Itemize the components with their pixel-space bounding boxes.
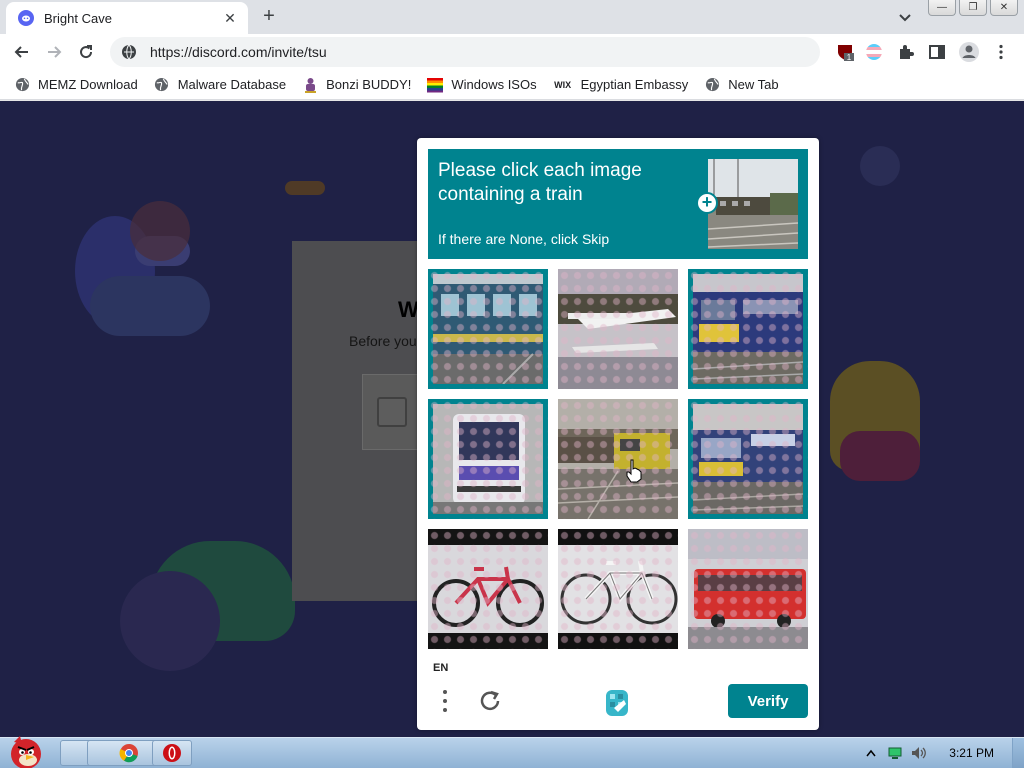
bookmarks-bar: MEMZ Download Malware Database Bonzi BUD… <box>0 70 1024 100</box>
challenge-tile-6[interactable] <box>688 399 808 519</box>
globe-icon <box>704 77 720 93</box>
challenge-grid <box>428 269 808 649</box>
bookmark-malware-database[interactable]: Malware Database <box>154 77 286 93</box>
trans-flag-extension-icon[interactable] <box>863 41 885 63</box>
hcaptcha-checkbox[interactable] <box>377 397 407 427</box>
tab-search-chevron-icon[interactable] <box>896 8 914 26</box>
window-controls: — ❐ ✕ <box>925 0 1018 16</box>
new-tab-button[interactable]: + <box>258 6 280 28</box>
globe-icon <box>154 77 170 93</box>
challenge-tile-4[interactable] <box>428 399 548 519</box>
before-you-text: Before you <box>349 333 417 349</box>
browser-toolbar: https://discord.com/invite/tsu 1 <box>0 34 1024 70</box>
tab-title: Bright Cave <box>44 10 112 26</box>
forward-button[interactable] <box>42 40 66 64</box>
show-hidden-icons-icon[interactable] <box>863 745 879 761</box>
windows-taskbar: 3:21 PM <box>0 736 1024 768</box>
globe-icon <box>14 77 30 93</box>
svg-text:1: 1 <box>847 53 852 62</box>
start-button-angry-bird-icon[interactable] <box>4 732 48 768</box>
bookmark-egyptian-embassy[interactable]: WIX Egyptian Embassy <box>553 77 689 93</box>
reload-button[interactable] <box>74 40 98 64</box>
ublock-extension-icon[interactable]: 1 <box>834 41 856 63</box>
back-button[interactable] <box>10 40 34 64</box>
expand-example-icon[interactable]: + <box>696 192 718 214</box>
bookmark-label: New Tab <box>728 77 779 92</box>
bookmark-memz-download[interactable]: MEMZ Download <box>14 77 138 93</box>
show-desktop-button[interactable] <box>1012 738 1024 768</box>
challenge-tile-2[interactable] <box>558 269 678 389</box>
wix-icon: WIX <box>554 79 572 90</box>
tab-bright-cave[interactable]: Bright Cave ✕ <box>6 2 248 34</box>
illustration-top-right-orb <box>860 146 900 186</box>
challenge-tile-9[interactable] <box>688 529 808 649</box>
address-bar[interactable]: https://discord.com/invite/tsu <box>110 37 820 67</box>
bookmark-label: MEMZ Download <box>38 77 138 92</box>
challenge-tile-3[interactable] <box>688 269 808 389</box>
bookmark-label: Egyptian Embassy <box>580 77 689 92</box>
challenge-prompt: Please click each image containing a tra… <box>428 149 808 259</box>
url-text: https://discord.com/invite/tsu <box>150 44 327 60</box>
bookmark-label: Bonzi BUDDY! <box>326 77 412 92</box>
volume-icon[interactable] <box>911 745 927 761</box>
discord-icon <box>18 10 34 26</box>
illustration-orange-bird <box>285 181 325 195</box>
refresh-challenge-icon[interactable] <box>477 688 503 714</box>
illustration-dark-orb <box>120 571 220 671</box>
extensions-puzzle-icon[interactable] <box>895 41 917 63</box>
more-options-icon[interactable] <box>437 688 453 714</box>
illustration-planet <box>130 201 190 261</box>
system-tray: 3:21 PM <box>855 738 1024 768</box>
site-info-icon[interactable] <box>120 43 138 61</box>
profile-avatar-icon[interactable] <box>958 41 980 63</box>
example-train-image[interactable] <box>708 159 798 249</box>
language-selector[interactable]: EN <box>433 662 448 674</box>
challenge-tile-8[interactable] <box>558 529 678 649</box>
bookmark-bonzi-buddy[interactable]: Bonzi BUDDY! <box>302 77 411 93</box>
side-panel-icon[interactable] <box>926 41 948 63</box>
challenge-tile-5[interactable] <box>558 399 678 519</box>
bonzi-icon <box>302 77 318 93</box>
taskbar-clock[interactable]: 3:21 PM <box>949 746 994 760</box>
prompt-subtitle: If there are None, click Skip <box>438 231 610 247</box>
taskbar-opera-button[interactable] <box>152 740 192 766</box>
reload-icon <box>80 45 93 59</box>
bookmark-windows-isos[interactable]: Windows ISOs <box>427 77 537 93</box>
verify-button[interactable]: Verify <box>728 684 808 718</box>
minimize-button[interactable]: — <box>928 0 956 16</box>
back-arrow-icon <box>14 46 28 58</box>
welcome-heading: W <box>398 297 419 322</box>
hand-cursor-icon <box>626 459 642 483</box>
network-icon[interactable] <box>887 745 903 761</box>
illustration-red-cloak <box>840 431 920 481</box>
hcaptcha-logo-icon[interactable] <box>600 686 634 720</box>
illustration-figure <box>90 276 210 336</box>
tab-close-icon[interactable]: ✕ <box>222 10 238 26</box>
windows-flag-icon <box>427 77 444 93</box>
chrome-icon <box>119 744 138 763</box>
forward-arrow-icon <box>48 46 62 58</box>
prompt-title: Please click each image containing a tra… <box>438 160 642 205</box>
chrome-menu-icon[interactable] <box>990 41 1012 63</box>
bookmark-new-tab[interactable]: New Tab <box>704 77 779 93</box>
challenge-tile-7[interactable] <box>428 529 548 649</box>
opera-icon <box>163 744 181 762</box>
challenge-tile-1[interactable] <box>428 269 548 389</box>
bookmark-label: Malware Database <box>177 77 287 92</box>
close-window-button[interactable]: ✕ <box>990 0 1018 16</box>
hcaptcha-challenge: Please click each image containing a tra… <box>417 138 819 730</box>
bookmark-label: Windows ISOs <box>451 77 537 92</box>
restore-button[interactable]: ❐ <box>959 0 987 16</box>
tab-strip: Bright Cave ✕ + — ❐ ✕ <box>0 0 1024 34</box>
